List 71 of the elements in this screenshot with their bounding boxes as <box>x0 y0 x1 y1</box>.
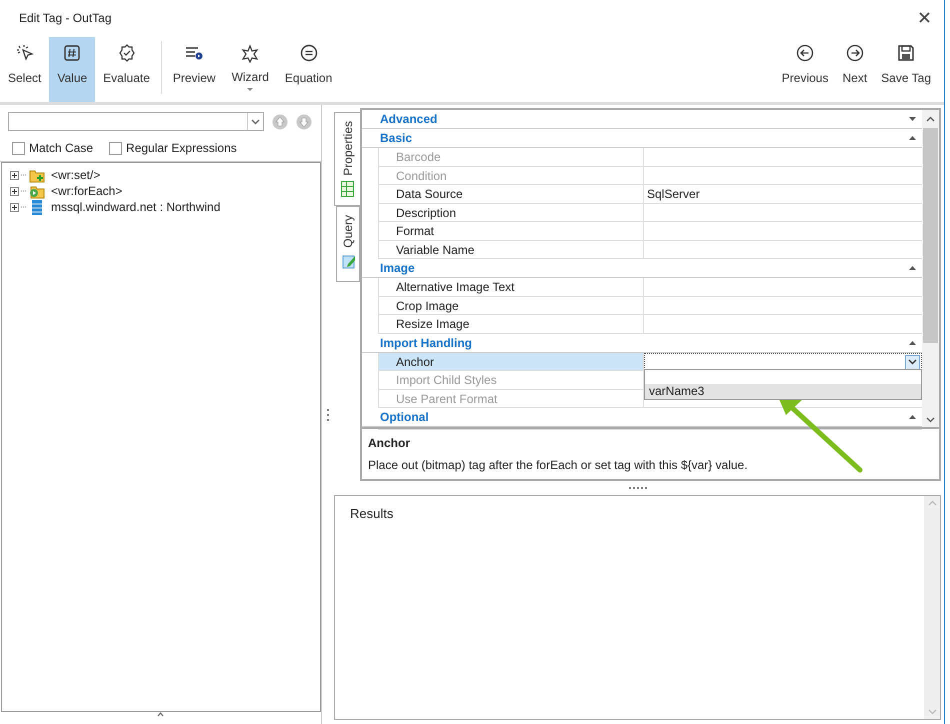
category-label[interactable]: Basic <box>380 129 412 147</box>
category-label[interactable]: Optional <box>380 408 429 426</box>
collapse-icon[interactable] <box>909 136 916 140</box>
property-name[interactable]: Format <box>379 222 644 240</box>
collapse-icon[interactable] <box>909 415 916 419</box>
toolbar-button[interactable]: Evaluate <box>95 37 158 102</box>
grid-icon <box>341 180 354 197</box>
side-tab[interactable]: Query <box>336 206 360 282</box>
toolbar-button[interactable]: Select <box>0 37 50 102</box>
close-button[interactable] <box>919 12 930 23</box>
category-label[interactable]: Import Handling <box>380 334 472 352</box>
category-label[interactable]: Image <box>380 259 415 277</box>
toolbar-button[interactable]: Value <box>49 37 96 102</box>
arrow-right-circle-icon <box>844 43 865 63</box>
tree-item[interactable]: mssql.windward.net : Northwind <box>51 198 220 216</box>
scroll-down-icon[interactable] <box>926 417 935 423</box>
property-name[interactable]: Description <box>379 204 644 221</box>
tree-item[interactable]: <wr:set/> <box>51 166 100 184</box>
expand-icon[interactable] <box>909 117 916 121</box>
badge-check-icon <box>116 43 137 63</box>
chevron-down-icon <box>908 359 917 365</box>
scrollbar-thumb[interactable] <box>923 128 938 343</box>
arrow-left-circle-icon <box>795 43 816 63</box>
checkbox[interactable] <box>109 142 122 154</box>
results-label: Results <box>350 506 394 521</box>
chevron-down-icon <box>251 118 260 124</box>
search-combo-field[interactable] <box>8 112 264 131</box>
checkbox-label: Match Case <box>29 140 94 157</box>
arrow-up-circle-icon <box>272 114 288 130</box>
tree-connector <box>21 174 27 176</box>
pointer-click-icon <box>14 43 35 63</box>
tree-connector <box>21 206 27 208</box>
property-name[interactable]: Crop Image <box>379 296 644 314</box>
expand-icon[interactable] <box>10 202 19 212</box>
toolbar-button[interactable]: Previous <box>774 37 836 102</box>
toolbar-button[interactable]: Equation <box>276 37 340 102</box>
side-tab[interactable]: Properties <box>334 112 360 206</box>
toolbar-button[interactable]: Preview <box>164 37 224 102</box>
category-label[interactable]: Advanced <box>380 110 438 128</box>
dropdown-option[interactable]: varName3 <box>645 384 921 399</box>
property-value: SqlServer <box>647 187 700 201</box>
save-icon <box>896 43 916 63</box>
property-name[interactable]: Data Source <box>379 185 644 202</box>
arrow-down-circle-icon <box>296 114 312 130</box>
checkbox-label: Regular Expressions <box>126 140 237 157</box>
description-text: Place out (bitmap) tag after the forEach or set tag with this ${var} value. <box>368 457 749 474</box>
property-name[interactable]: Resize Image <box>379 315 644 332</box>
database-icon <box>29 199 45 215</box>
window-title: Edit Tag - OutTag <box>19 10 112 26</box>
toolbar-button[interactable]: Save Tag <box>874 37 938 102</box>
hash-icon <box>62 43 82 63</box>
description-title: Anchor <box>368 435 411 452</box>
equals-circle-icon <box>298 43 319 63</box>
expand-icon[interactable] <box>10 170 19 180</box>
property-name[interactable]: Alternative Image Text <box>379 278 644 296</box>
starburst-icon <box>240 43 260 63</box>
collapse-icon[interactable] <box>909 266 916 270</box>
expand-icon[interactable] <box>10 186 19 196</box>
close-icon <box>919 12 930 23</box>
collapse-icon[interactable] <box>909 340 916 344</box>
toolbar-button[interactable]: Wizard <box>224 37 277 102</box>
tree-item[interactable]: <wr:forEach> <box>51 182 122 200</box>
tree-connector <box>21 190 27 192</box>
checkbox[interactable] <box>12 142 25 154</box>
property-name[interactable]: Variable Name <box>379 240 644 258</box>
pencil-sheet-icon <box>342 252 354 269</box>
property-name[interactable]: Anchor <box>379 352 644 370</box>
collapse-up-icon[interactable] <box>157 712 164 717</box>
scroll-up-icon[interactable] <box>926 116 935 122</box>
caret-icon <box>247 88 254 92</box>
toolbar-button[interactable]: Next <box>835 37 874 102</box>
